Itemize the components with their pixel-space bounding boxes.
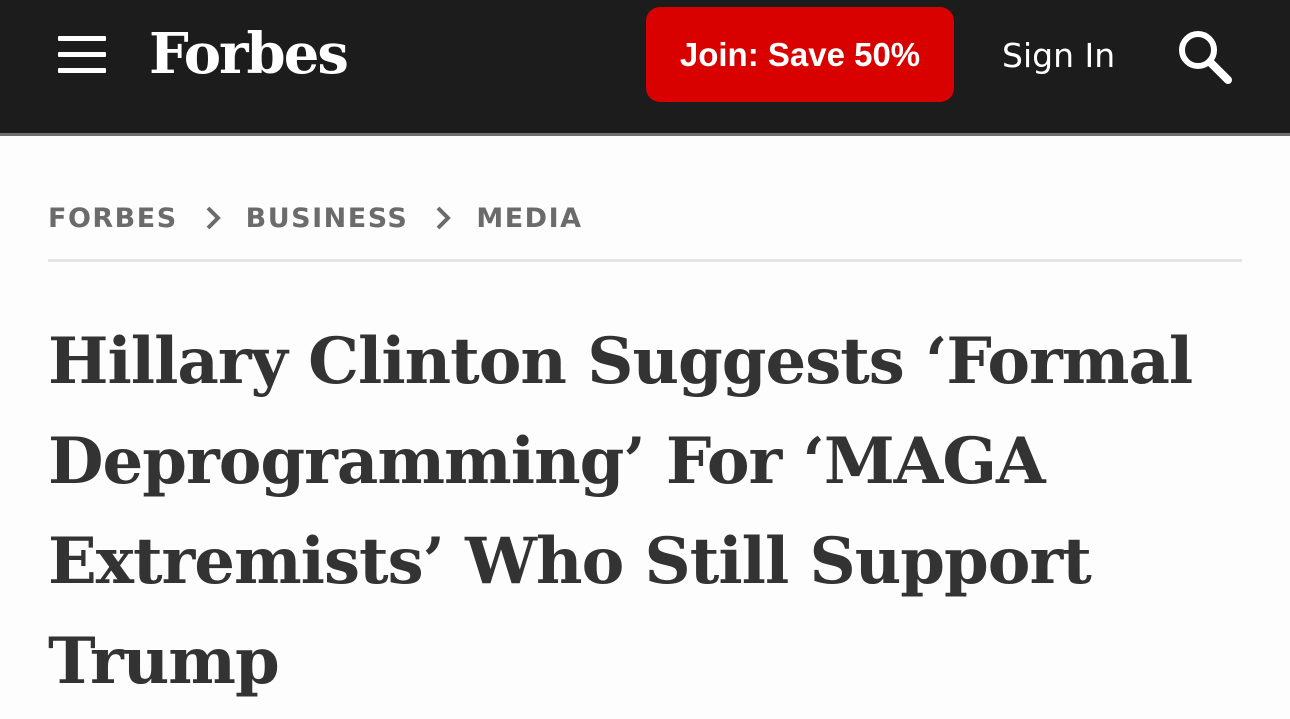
top-navigation-bar: Forbes Join: Save 50% Sign In <box>0 0 1290 136</box>
breadcrumb-divider <box>48 259 1242 262</box>
menu-bar-line <box>58 68 106 73</box>
chevron-right-icon <box>436 206 452 230</box>
join-save-button[interactable]: Join: Save 50% <box>646 7 954 102</box>
hamburger-menu-icon[interactable] <box>58 36 106 74</box>
menu-bar-line <box>58 36 106 41</box>
sign-in-link[interactable]: Sign In <box>1002 26 1115 86</box>
breadcrumb-item-media[interactable]: MEDIA <box>476 203 582 234</box>
article-headline: Hillary Clinton Suggests ‘Formal Deprogr… <box>48 324 1193 699</box>
breadcrumb-item-business[interactable]: BUSINESS <box>246 203 409 234</box>
chevron-right-icon <box>206 206 221 230</box>
breadcrumb-item-forbes[interactable]: FORBES <box>48 203 178 234</box>
forbes-logo[interactable]: Forbes <box>149 14 349 94</box>
breadcrumb: FORBES BUSINESS MEDIA <box>48 194 583 242</box>
search-icon[interactable] <box>1176 28 1234 84</box>
menu-bar-line <box>58 52 106 57</box>
